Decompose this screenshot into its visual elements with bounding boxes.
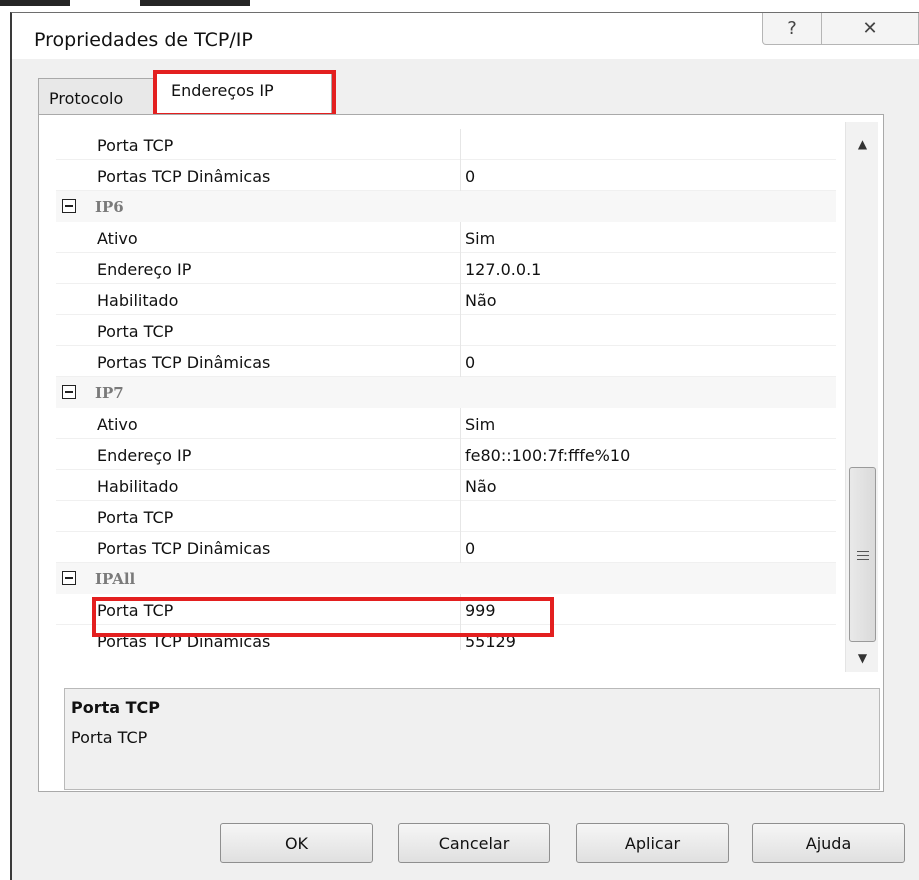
- column-divider: [460, 501, 461, 532]
- scroll-up-button[interactable]: ▲: [846, 130, 879, 158]
- group-header[interactable]: IP7: [56, 377, 836, 408]
- grip-icon: [857, 551, 869, 560]
- column-divider: [460, 532, 461, 563]
- scroll-down-button[interactable]: ▼: [846, 644, 879, 672]
- tab-enderecos-ip[interactable]: Endereços IP: [156, 72, 332, 116]
- group-header[interactable]: IPAll: [56, 563, 836, 594]
- property-value[interactable]: Sim: [465, 229, 495, 248]
- column-divider: [460, 222, 461, 253]
- group-label: IPAll: [95, 570, 136, 588]
- column-divider: [460, 315, 461, 346]
- property-name: Portas TCP Dinâmicas: [97, 539, 271, 558]
- property-name: Habilitado: [97, 477, 179, 496]
- tab-label: Endereços IP: [171, 81, 274, 100]
- property-value[interactable]: 55129: [465, 632, 516, 650]
- property-name: Porta TCP: [97, 601, 174, 620]
- property-name: Habilitado: [97, 291, 179, 310]
- property-row[interactable]: Habilitado Não: [56, 470, 836, 501]
- property-value[interactable]: 0: [465, 353, 475, 372]
- description-text: Porta TCP: [71, 728, 148, 747]
- property-row[interactable]: Endereço IP 127.0.0.1: [56, 253, 836, 284]
- column-divider: [460, 346, 461, 377]
- property-row[interactable]: Portas TCP Dinâmicas 0: [56, 346, 836, 377]
- property-name: Ativo: [97, 229, 138, 248]
- column-divider: [460, 625, 461, 650]
- property-row[interactable]: Portas TCP Dinâmicas 0: [56, 532, 836, 563]
- background-text-fragment: [140, 0, 250, 6]
- column-divider: [460, 470, 461, 501]
- help-icon: ?: [787, 18, 797, 39]
- property-name: Portas TCP Dinâmicas: [97, 632, 271, 650]
- property-name: Porta TCP: [97, 322, 174, 341]
- property-value[interactable]: Não: [465, 477, 497, 496]
- column-divider: [460, 253, 461, 284]
- property-name: Ativo: [97, 415, 138, 434]
- property-name: Endereço IP: [97, 446, 192, 465]
- apply-button[interactable]: Aplicar: [576, 823, 729, 863]
- ok-button[interactable]: OK: [220, 823, 373, 863]
- property-row[interactable]: Porta TCP: [56, 501, 836, 532]
- property-row[interactable]: Porta TCP: [56, 129, 836, 160]
- property-name: Portas TCP Dinâmicas: [97, 353, 271, 372]
- tab-label: Protocolo: [49, 89, 124, 108]
- property-value[interactable]: 999: [465, 601, 496, 620]
- property-value[interactable]: Sim: [465, 415, 495, 434]
- chevron-down-icon: ▼: [857, 651, 868, 665]
- help-caption-button[interactable]: ?: [762, 13, 822, 45]
- description-panel: Porta TCP Porta TCP: [64, 688, 880, 790]
- collapse-icon[interactable]: [62, 385, 76, 399]
- column-divider: [460, 160, 461, 191]
- property-value[interactable]: 127.0.0.1: [465, 260, 541, 279]
- property-value[interactable]: 0: [465, 167, 475, 186]
- background-text-fragment: [0, 0, 70, 6]
- property-value[interactable]: 0: [465, 539, 475, 558]
- property-row[interactable]: Ativo Sim: [56, 222, 836, 253]
- title-bar: Propriedades de TCP/IP ? ✕: [12, 13, 919, 59]
- column-divider: [460, 439, 461, 470]
- property-name: Porta TCP: [97, 136, 174, 155]
- property-row[interactable]: Porta TCP 999: [56, 594, 836, 625]
- collapse-icon[interactable]: [62, 571, 76, 585]
- close-button[interactable]: ✕: [822, 13, 919, 45]
- property-row[interactable]: Portas TCP Dinâmicas 0: [56, 160, 836, 191]
- column-divider: [460, 594, 461, 625]
- tab-protocolo[interactable]: Protocolo: [38, 78, 156, 114]
- vertical-scrollbar[interactable]: ▲ ▼: [845, 122, 878, 672]
- column-divider: [460, 129, 461, 160]
- column-divider: [460, 408, 461, 439]
- column-divider: [460, 284, 461, 315]
- property-name: Portas TCP Dinâmicas: [97, 167, 271, 186]
- property-row[interactable]: Ativo Sim: [56, 408, 836, 439]
- description-title: Porta TCP: [71, 698, 161, 717]
- property-grid[interactable]: Porta TCP Portas TCP Dinâmicas 0 IP6 Ativo Si…: [56, 122, 836, 650]
- cancel-button[interactable]: Cancelar: [398, 823, 550, 863]
- window-title: Propriedades de TCP/IP: [34, 29, 253, 51]
- group-header[interactable]: IP6: [56, 191, 836, 222]
- property-name: Endereço IP: [97, 260, 192, 279]
- collapse-icon[interactable]: [62, 199, 76, 213]
- property-row[interactable]: Porta TCP: [56, 315, 836, 346]
- property-value[interactable]: fe80::100:7f:fffe%10: [465, 446, 630, 465]
- scroll-thumb[interactable]: [849, 467, 876, 642]
- chevron-up-icon: ▲: [857, 137, 868, 151]
- group-label: IP6: [95, 198, 124, 216]
- property-value[interactable]: Não: [465, 291, 497, 310]
- property-row[interactable]: Portas TCP Dinâmicas 55129: [56, 625, 836, 650]
- group-label: IP7: [95, 384, 124, 402]
- property-name: Porta TCP: [97, 508, 174, 527]
- property-row[interactable]: Endereço IP fe80::100:7f:fffe%10: [56, 439, 836, 470]
- close-icon: ✕: [862, 18, 878, 39]
- help-button[interactable]: Ajuda: [752, 823, 905, 863]
- property-row[interactable]: Habilitado Não: [56, 284, 836, 315]
